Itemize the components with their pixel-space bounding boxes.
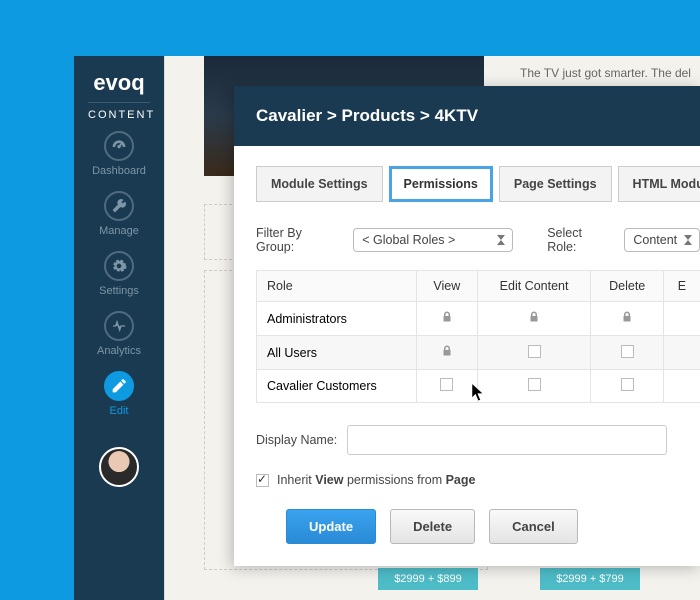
price-badge: $2999 + $799	[540, 568, 640, 590]
sidebar-item-manage[interactable]: Manage	[74, 191, 164, 237]
display-name-label: Display Name:	[256, 433, 337, 447]
perm-cell	[663, 370, 700, 403]
tab-permissions[interactable]: Permissions	[389, 166, 493, 202]
table-header-row: Role View Edit Content Delete E	[257, 271, 700, 302]
filter-row: Filter By Group: < Global Roles > Select…	[256, 226, 700, 254]
perm-cell	[663, 302, 700, 336]
col-delete: Delete	[591, 271, 663, 302]
brand-logo: evoq	[74, 70, 164, 96]
button-row: Update Delete Cancel	[286, 509, 700, 544]
tab-html-module-settings[interactable]: HTML Module Setting	[618, 166, 700, 202]
filter-by-group-select[interactable]: < Global Roles >	[353, 228, 513, 252]
checkbox[interactable]	[440, 378, 453, 391]
delete-button[interactable]: Delete	[390, 509, 475, 544]
sidebar: evoq CONTENT Dashboard Manage Settings A…	[74, 56, 164, 600]
perm-cell[interactable]	[477, 370, 591, 403]
checkbox[interactable]	[528, 378, 541, 391]
sidebar-item-edit[interactable]: Edit	[74, 371, 164, 417]
table-row: Administrators	[257, 302, 700, 336]
breadcrumb: Cavalier > Products > 4KTV	[234, 86, 700, 146]
inherit-text: Inherit View permissions from Page	[277, 473, 475, 487]
cancel-button[interactable]: Cancel	[489, 509, 578, 544]
permissions-table: Role View Edit Content Delete E Administ…	[256, 270, 700, 403]
perm-cell[interactable]	[591, 336, 663, 370]
avatar[interactable]	[99, 447, 139, 487]
sidebar-item-dashboard[interactable]: Dashboard	[74, 131, 164, 177]
col-role: Role	[257, 271, 417, 302]
checkbox[interactable]	[621, 378, 634, 391]
table-row: Cavalier Customers	[257, 370, 700, 403]
checkbox[interactable]	[621, 345, 634, 358]
display-name-row: Display Name:	[256, 425, 700, 455]
brand-subtitle: CONTENT	[88, 102, 150, 121]
hero-text: The TV just got smarter. The del	[520, 66, 691, 80]
dialog-body: Module Settings Permissions Page Setting…	[234, 146, 700, 544]
perm-cell	[477, 302, 591, 336]
wrench-icon	[104, 191, 134, 221]
pencil-icon	[104, 371, 134, 401]
role-cell: All Users	[257, 336, 417, 370]
role-cell: Administrators	[257, 302, 417, 336]
role-cell: Cavalier Customers	[257, 370, 417, 403]
sidebar-item-analytics[interactable]: Analytics	[74, 311, 164, 357]
pulse-icon	[104, 311, 134, 341]
lock-icon	[621, 310, 633, 322]
tabs: Module Settings Permissions Page Setting…	[256, 166, 700, 202]
tab-page-settings[interactable]: Page Settings	[499, 166, 612, 202]
perm-cell[interactable]	[591, 370, 663, 403]
col-edit-content: Edit Content	[477, 271, 591, 302]
perm-cell	[417, 302, 478, 336]
filter-by-group-label: Filter By Group:	[256, 226, 343, 254]
perm-cell[interactable]	[417, 370, 478, 403]
col-view: View	[417, 271, 478, 302]
checkbox[interactable]	[528, 345, 541, 358]
perm-cell	[417, 336, 478, 370]
gear-icon	[104, 251, 134, 281]
lock-icon	[528, 310, 540, 322]
update-button[interactable]: Update	[286, 509, 376, 544]
perm-cell	[663, 336, 700, 370]
settings-dialog: Cavalier > Products > 4KTV Module Settin…	[234, 86, 700, 566]
sidebar-item-label: Edit	[74, 405, 164, 417]
sidebar-item-label: Dashboard	[74, 165, 164, 177]
sidebar-item-settings[interactable]: Settings	[74, 251, 164, 297]
select-role-select[interactable]: Content	[624, 228, 700, 252]
sidebar-item-label: Settings	[74, 285, 164, 297]
sidebar-item-label: Analytics	[74, 345, 164, 357]
display-name-input[interactable]	[347, 425, 667, 455]
stage: evoq CONTENT Dashboard Manage Settings A…	[0, 0, 700, 600]
table-row: All Users	[257, 336, 700, 370]
sidebar-item-label: Manage	[74, 225, 164, 237]
perm-cell[interactable]	[477, 336, 591, 370]
col-extra: E	[663, 271, 700, 302]
lock-icon	[441, 310, 453, 322]
tab-module-settings[interactable]: Module Settings	[256, 166, 383, 202]
gauge-icon	[104, 131, 134, 161]
perm-cell	[591, 302, 663, 336]
price-badge: $2999 + $899	[378, 568, 478, 590]
lock-icon	[441, 344, 453, 356]
select-role-label: Select Role:	[547, 226, 614, 254]
inherit-checkbox[interactable]	[256, 474, 269, 487]
inherit-row: Inherit View permissions from Page	[256, 473, 700, 487]
